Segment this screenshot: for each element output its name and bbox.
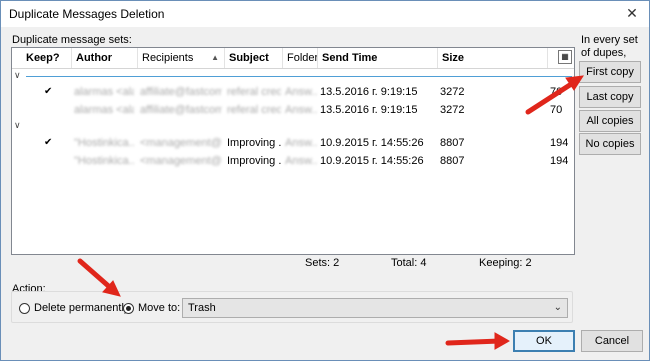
row-folder: Answ... (285, 155, 317, 167)
row-send-time: 10.9.2015 г. 14:55:26 (320, 137, 424, 149)
row-author: "Hostinkica... (74, 155, 134, 167)
no-copies-button[interactable]: No copies (579, 133, 641, 155)
row-recipients: <management@f... (140, 137, 222, 149)
move-target-select[interactable]: Trash ⌄ (182, 298, 568, 318)
ok-button[interactable]: OK (513, 330, 575, 352)
grid-header: Keep? Author Recipients ▲ Subject Folder… (12, 48, 574, 69)
row-recipients: affiliate@fastcom... (140, 104, 222, 116)
table-row[interactable]: ✔ "Hostinkica... <management@f... Improv… (12, 134, 574, 152)
row-size: 8807 (440, 137, 465, 149)
keep-check-icon[interactable]: ✔ (44, 134, 52, 152)
row-send-time: 10.9.2015 г. 14:55:26 (320, 155, 424, 167)
status-total: Total: 4 (391, 257, 427, 269)
row-author: "Hostinkica... (74, 137, 134, 149)
column-size[interactable]: Size (438, 48, 548, 68)
first-copy-button[interactable]: First copy (579, 61, 641, 83)
column-send-time[interactable]: Send Time (318, 48, 438, 68)
chevron-down-icon[interactable]: ∨ (14, 70, 21, 81)
move-to-label[interactable]: Move to: (138, 302, 180, 314)
row-author: alarmas <alar... (74, 104, 134, 116)
row-extra: 194 (550, 137, 569, 149)
row-size: 3272 (440, 86, 465, 98)
column-subject[interactable]: Subject (225, 48, 283, 68)
row-send-time: 13.5.2016 г. 9:19:15 (320, 104, 418, 116)
row-extra: 70 (550, 104, 563, 116)
window-title: Duplicate Messages Deletion (9, 7, 165, 21)
sort-ascending-icon: ▲ (211, 53, 219, 62)
row-extra: 194 (550, 155, 569, 167)
row-size: 8807 (440, 155, 465, 167)
cancel-button[interactable]: Cancel (581, 330, 643, 352)
status-sets: Sets: 2 (305, 257, 340, 269)
row-subject: Improving ... (227, 137, 281, 149)
close-icon[interactable]: ✕ (619, 3, 645, 23)
group-separator (26, 76, 572, 77)
row-subject: Improving ... (227, 155, 281, 167)
title-bar: Duplicate Messages Deletion ✕ (1, 1, 649, 27)
set-group-1[interactable]: ∨ (12, 70, 574, 84)
status-keeping: Keeping: 2 (479, 257, 532, 269)
column-picker-icon[interactable]: ▦ (558, 50, 572, 64)
row-subject: referal credit (227, 86, 281, 98)
set-group-2[interactable]: ∨ (12, 120, 574, 134)
row-send-time: 13.5.2016 г. 9:19:15 (320, 86, 418, 98)
table-row[interactable]: ✔ alarmas <alar... affiliate@fastcom... … (12, 83, 574, 101)
duplicate-message-grid[interactable]: Keep? Author Recipients ▲ Subject Folder… (11, 47, 575, 255)
row-size: 3272 (440, 104, 465, 116)
row-recipients: affiliate@fastcom... (140, 86, 222, 98)
row-recipients: <management@f... (140, 155, 222, 167)
row-folder: Answ... (285, 104, 317, 116)
delete-permanently-label[interactable]: Delete permanently (34, 302, 129, 314)
row-folder: Answ... (285, 86, 317, 98)
table-row[interactable]: alarmas <alar... affiliate@fastcom... re… (12, 101, 574, 119)
row-author: alarmas <alar... (74, 86, 134, 98)
table-row[interactable]: "Hostinkica... <management@f... Improvin… (12, 152, 574, 170)
row-extra: 70 (550, 86, 563, 98)
duplicate-sets-label: Duplicate message sets: (12, 34, 132, 46)
keep-check-icon[interactable]: ✔ (44, 83, 52, 101)
row-folder: Answ... (285, 137, 317, 149)
move-target-value: Trash (188, 302, 216, 314)
chevron-down-icon[interactable]: ∨ (14, 120, 21, 131)
row-subject: referal credit (227, 104, 281, 116)
column-recipients[interactable]: Recipients ▲ (138, 48, 225, 68)
column-folder[interactable]: Folder (283, 48, 318, 68)
column-keep[interactable]: Keep? (12, 48, 72, 68)
delete-permanently-radio[interactable] (19, 303, 30, 314)
all-copies-button[interactable]: All copies (579, 110, 641, 132)
column-author[interactable]: Author (72, 48, 138, 68)
chevron-down-icon: ⌄ (553, 302, 562, 313)
dialog-window: Duplicate Messages Deletion ✕ Duplicate … (0, 0, 650, 361)
last-copy-button[interactable]: Last copy (579, 86, 641, 108)
move-to-radio[interactable] (123, 303, 134, 314)
